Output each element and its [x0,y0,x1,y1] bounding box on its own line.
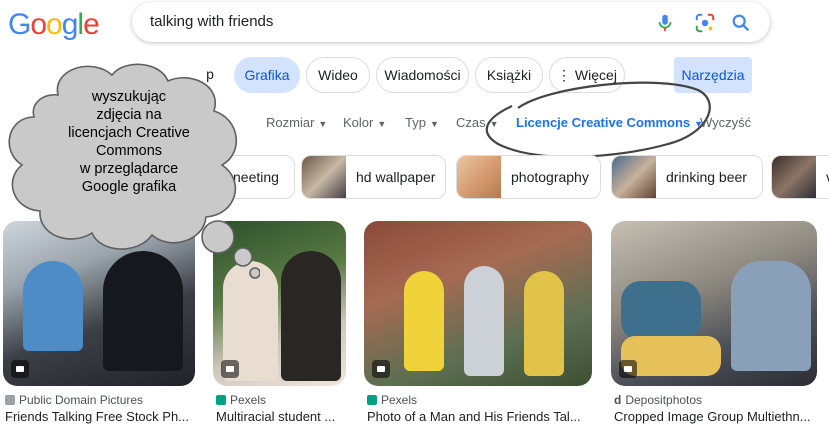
image-result[interactable] [611,221,817,386]
chip-thumbnail [457,156,501,198]
photo-subject [464,266,504,376]
result-source[interactable]: Public Domain Pictures [5,393,143,407]
photo-subject [404,271,444,371]
result-title[interactable]: Friends Talking Free Stock Ph... [5,409,189,424]
caret-down-icon: ▼ [429,119,439,129]
chip-label: photography [511,169,589,185]
callout-line: wyszukując [91,89,167,105]
image-badge-icon [619,360,637,378]
chip-thumbnail [772,156,816,198]
result-title[interactable]: Multiracial student ... [216,409,335,424]
source-label: Pexels [381,393,418,407]
image-badge-icon [372,360,390,378]
search-icon[interactable] [730,12,752,34]
callout-text: wyszukując zdjęcia na licencjach Creativ… [44,88,214,196]
source-label: Depositphotos [625,393,703,407]
related-chip[interactable]: hd wallpaper [301,155,446,199]
chip-label: drinking beer [666,169,747,185]
image-badge-icon [221,360,239,378]
depositphotos-icon: d [614,393,622,407]
chip-thumbnail [302,156,346,198]
lens-camera-icon[interactable] [694,12,716,34]
logo-letter: o [30,8,47,41]
callout-line: w przeglądarce [79,161,179,177]
source-label: Public Domain Pictures [19,393,144,407]
callout-line: Google grafika [81,179,177,195]
logo-letter: g [61,8,79,41]
chip-thumbnail [612,156,656,198]
tab-news[interactable]: Wiadomości [376,57,469,93]
image-badge-icon [11,360,29,378]
tab-video[interactable]: Wideo [306,57,370,93]
result-source[interactable]: d Depositphotos [614,393,702,407]
source-favicon-icon [5,395,15,405]
logo-letter: o [46,8,63,41]
image-result[interactable] [364,221,592,386]
filter-label: Kolor [343,115,374,130]
photo-subject [524,271,564,376]
photo-subject [731,261,811,371]
search-input[interactable]: talking with friends [150,13,273,30]
caret-down-icon: ▼ [318,119,328,129]
google-logo[interactable]: Google [8,8,100,42]
photo-subject [621,281,701,341]
caret-down-icon: ▼ [377,119,387,129]
microphone-icon[interactable] [654,12,676,34]
callout-line: Commons [95,143,163,159]
result-source[interactable]: Pexels [367,393,417,407]
callout-line: zdjęcia na [96,107,162,123]
related-chip[interactable]: drinking beer [611,155,763,199]
callout-line: licencjach Creative [68,125,190,141]
chip-label: hd wallpaper [356,169,436,185]
filter-label: Typ [405,115,426,130]
filter-size[interactable]: Rozmiar ▼ [266,115,327,130]
tab-label: Wiadomości [384,67,461,83]
tab-label: Wideo [318,67,358,83]
filter-type[interactable]: Typ ▼ [405,115,439,130]
result-source[interactable]: Pexels [216,393,266,407]
source-label: Pexels [230,393,267,407]
related-chip[interactable]: v [771,155,829,199]
logo-letter: G [8,8,31,41]
logo-letter: e [83,8,100,41]
source-favicon-icon [367,395,377,405]
filter-label: Rozmiar [266,115,315,130]
related-chip[interactable]: photography [456,155,601,199]
result-title[interactable]: Cropped Image Group Multiethn... [614,409,811,424]
source-favicon-icon [216,395,226,405]
filter-color[interactable]: Kolor ▼ [343,115,386,130]
photo-subject [281,251,341,381]
search-bar[interactable]: talking with friends [132,2,770,42]
result-title[interactable]: Photo of a Man and His Friends Tal... [367,409,581,424]
